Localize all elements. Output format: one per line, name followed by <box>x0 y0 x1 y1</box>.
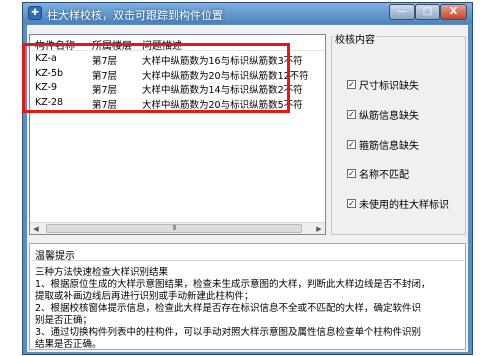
checkbox-icon[interactable]: ✓ <box>347 140 356 149</box>
checkbox-label: 未使用的柱大样标识 <box>359 200 449 211</box>
checkbox-name-mismatch[interactable]: ✓ 名称不匹配 <box>347 166 409 181</box>
hint-panel: 温馨提示 三种方法快速检查大样识别结果 1、根据原位生成的大样示意图结果，检查未… <box>29 243 466 350</box>
checkbox-label: 箍筋信息缺失 <box>359 141 419 152</box>
horizontal-scrollbar[interactable]: ◀ III ▶ <box>30 222 325 234</box>
scroll-left-icon[interactable]: ◀ <box>30 223 42 234</box>
checkbox-icon[interactable]: ✓ <box>347 199 356 208</box>
hint-line: 2、根据校核窗体提示信息，检查此大样是否存在标识信息不全或不匹配的大样，确定软件… <box>35 303 422 314</box>
checkbox-label: 纵筋信息缺失 <box>359 111 419 122</box>
checkbox-label: 尺寸标识缺失 <box>359 81 419 92</box>
checkbox-label: 名称不匹配 <box>359 170 409 181</box>
check-options-title: 校核内容 <box>333 31 377 46</box>
window-title: 柱大样校核，双击可跟踪到构件位置 <box>47 9 223 22</box>
checkbox-size-label-missing[interactable]: ✓ 尺寸标识缺失 <box>347 77 419 92</box>
scroll-thumb[interactable]: III <box>46 224 302 233</box>
checkbox-icon[interactable]: ✓ <box>347 110 356 119</box>
checkbox-icon[interactable]: ✓ <box>347 169 356 178</box>
minimize-button[interactable]: — <box>389 4 415 20</box>
checkbox-unused-detail-label[interactable]: ✓ 未使用的柱大样标识 <box>347 196 449 211</box>
maximize-button[interactable]: □ <box>415 4 440 20</box>
checkbox-longitudinal-missing[interactable]: ✓ 纵筋信息缺失 <box>347 107 419 122</box>
hint-line: 结果是否正确。 <box>35 339 102 350</box>
close-button[interactable]: X <box>440 4 467 20</box>
checkbox-icon[interactable]: ✓ <box>347 80 356 89</box>
app-icon: ✚ <box>28 6 42 20</box>
hint-divider <box>31 260 464 261</box>
checkbox-stirrup-missing[interactable]: ✓ 箍筋信息缺失 <box>347 137 419 152</box>
scroll-right-icon[interactable]: ▶ <box>313 223 325 234</box>
highlight-frame <box>22 43 290 113</box>
